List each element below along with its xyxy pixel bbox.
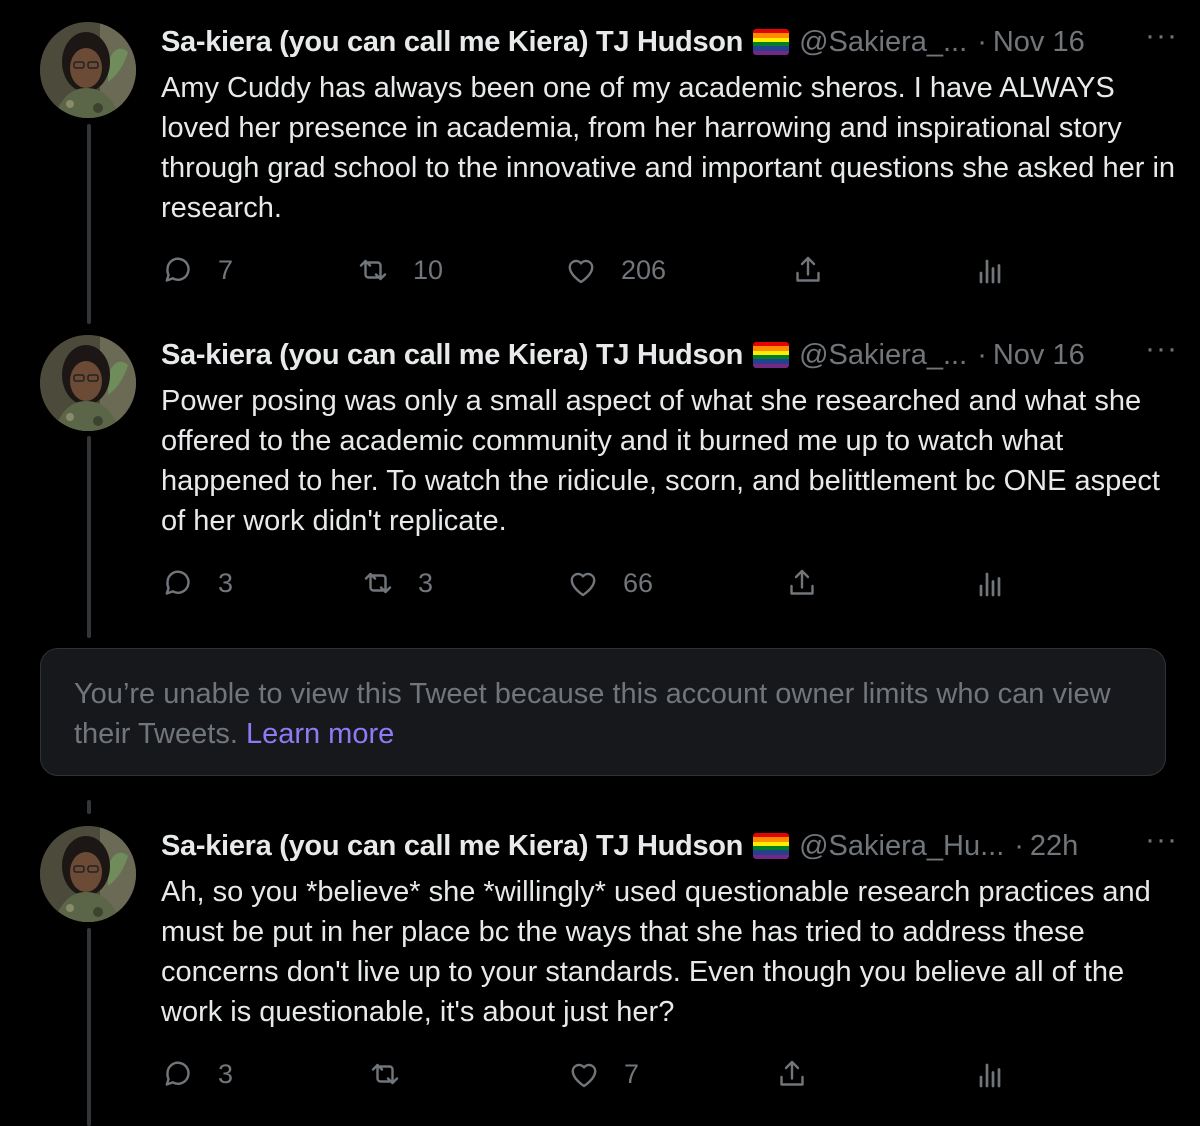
display-name[interactable]: Sa-kiera (you can call me Kiera) TJ Huds… bbox=[161, 830, 743, 863]
share-button[interactable] bbox=[774, 1054, 810, 1094]
tweet-actions: 3 3 66 bbox=[160, 563, 1020, 603]
reply-icon bbox=[165, 257, 190, 282]
analytics-icon bbox=[979, 1063, 1001, 1088]
share-button[interactable] bbox=[784, 563, 820, 603]
rainbow-flag-icon bbox=[753, 833, 790, 859]
analytics-button[interactable] bbox=[972, 563, 1008, 603]
like-count: 66 bbox=[623, 567, 654, 598]
learn-more-link[interactable]: Learn more bbox=[246, 718, 394, 750]
avatar[interactable] bbox=[40, 335, 136, 431]
tweet-text: Amy Cuddy has always been one of my acad… bbox=[161, 72, 1176, 224]
retweet-count: 10 bbox=[413, 254, 444, 285]
reply-count: 3 bbox=[218, 567, 234, 598]
retweet-button[interactable]: 3 bbox=[360, 563, 433, 603]
tweet-header: Sa-kiera (you can call me Kiera) TJ Huds… bbox=[161, 22, 1181, 62]
thread-line bbox=[87, 928, 91, 1126]
more-options-icon[interactable]: ··· bbox=[1145, 825, 1178, 855]
timestamp[interactable]: Nov 16 bbox=[993, 26, 1085, 59]
notice-message: You’re unable to view this Tweet because… bbox=[74, 678, 1111, 750]
handle[interactable]: @Sakiera_Hu... bbox=[799, 830, 1004, 863]
separator-dot: · bbox=[977, 25, 987, 58]
like-button[interactable]: 206 bbox=[563, 250, 666, 290]
reply-count: 7 bbox=[218, 254, 234, 285]
reply-icon bbox=[165, 1061, 190, 1086]
restricted-tweet-notice: You’re unable to view this Tweet because… bbox=[40, 648, 1166, 776]
rainbow-flag-icon bbox=[753, 342, 790, 368]
tweet-text: Ah, so you *believe* she *willingly* use… bbox=[161, 876, 1151, 1028]
like-button[interactable]: 7 bbox=[566, 1054, 639, 1094]
like-count: 206 bbox=[621, 254, 667, 285]
like-button[interactable]: 66 bbox=[565, 563, 653, 603]
handle[interactable]: @Sakiera_... bbox=[799, 26, 967, 59]
heart-icon bbox=[570, 572, 596, 597]
tweet-text: Power posing was only a small aspect of … bbox=[161, 385, 1160, 537]
avatar[interactable] bbox=[40, 22, 136, 118]
handle[interactable]: @Sakiera_... bbox=[799, 339, 967, 372]
rainbow-flag-icon bbox=[753, 29, 790, 55]
share-button[interactable] bbox=[790, 250, 826, 290]
separator-dot: · bbox=[1014, 829, 1024, 862]
separator-dot: · bbox=[977, 338, 987, 371]
more-options-icon[interactable]: ··· bbox=[1145, 21, 1178, 51]
reply-button[interactable]: 3 bbox=[160, 1054, 233, 1094]
notice-text: You’re unable to view this Tweet because… bbox=[74, 674, 1134, 754]
heart-icon bbox=[568, 259, 594, 284]
reply-icon bbox=[165, 570, 190, 595]
tweet-header: Sa-kiera (you can call me Kiera) TJ Huds… bbox=[161, 826, 1181, 866]
like-count: 7 bbox=[624, 1058, 640, 1089]
reply-button[interactable]: 3 bbox=[160, 563, 233, 603]
retweet-icon bbox=[364, 572, 392, 594]
avatar[interactable] bbox=[40, 826, 136, 922]
retweet-count: 3 bbox=[418, 567, 434, 598]
tweet-header: Sa-kiera (you can call me Kiera) TJ Huds… bbox=[161, 335, 1181, 375]
reply-button[interactable]: 7 bbox=[160, 250, 233, 290]
analytics-button[interactable] bbox=[972, 250, 1008, 290]
retweet-button[interactable] bbox=[367, 1054, 403, 1094]
retweet-icon bbox=[359, 259, 387, 281]
timestamp[interactable]: Nov 16 bbox=[993, 339, 1085, 372]
tweet-actions: 3 7 bbox=[160, 1054, 1020, 1094]
heart-icon bbox=[571, 1063, 597, 1088]
thread-line bbox=[87, 800, 91, 814]
thread-line bbox=[87, 124, 91, 324]
analytics-icon bbox=[979, 259, 1001, 284]
share-icon bbox=[796, 256, 820, 282]
timestamp[interactable]: 22h bbox=[1030, 830, 1078, 863]
share-icon bbox=[780, 1060, 804, 1086]
display-name[interactable]: Sa-kiera (you can call me Kiera) TJ Huds… bbox=[161, 339, 743, 372]
reply-count: 3 bbox=[218, 1058, 234, 1089]
tweet-actions: 7 10 206 bbox=[160, 250, 1020, 290]
display-name[interactable]: Sa-kiera (you can call me Kiera) TJ Huds… bbox=[161, 26, 743, 59]
share-icon bbox=[790, 569, 814, 595]
analytics-button[interactable] bbox=[972, 1054, 1008, 1094]
retweet-icon bbox=[371, 1063, 399, 1085]
retweet-button[interactable]: 10 bbox=[355, 250, 443, 290]
analytics-icon bbox=[979, 572, 1001, 597]
more-options-icon[interactable]: ··· bbox=[1145, 334, 1178, 364]
thread-line bbox=[87, 436, 91, 638]
